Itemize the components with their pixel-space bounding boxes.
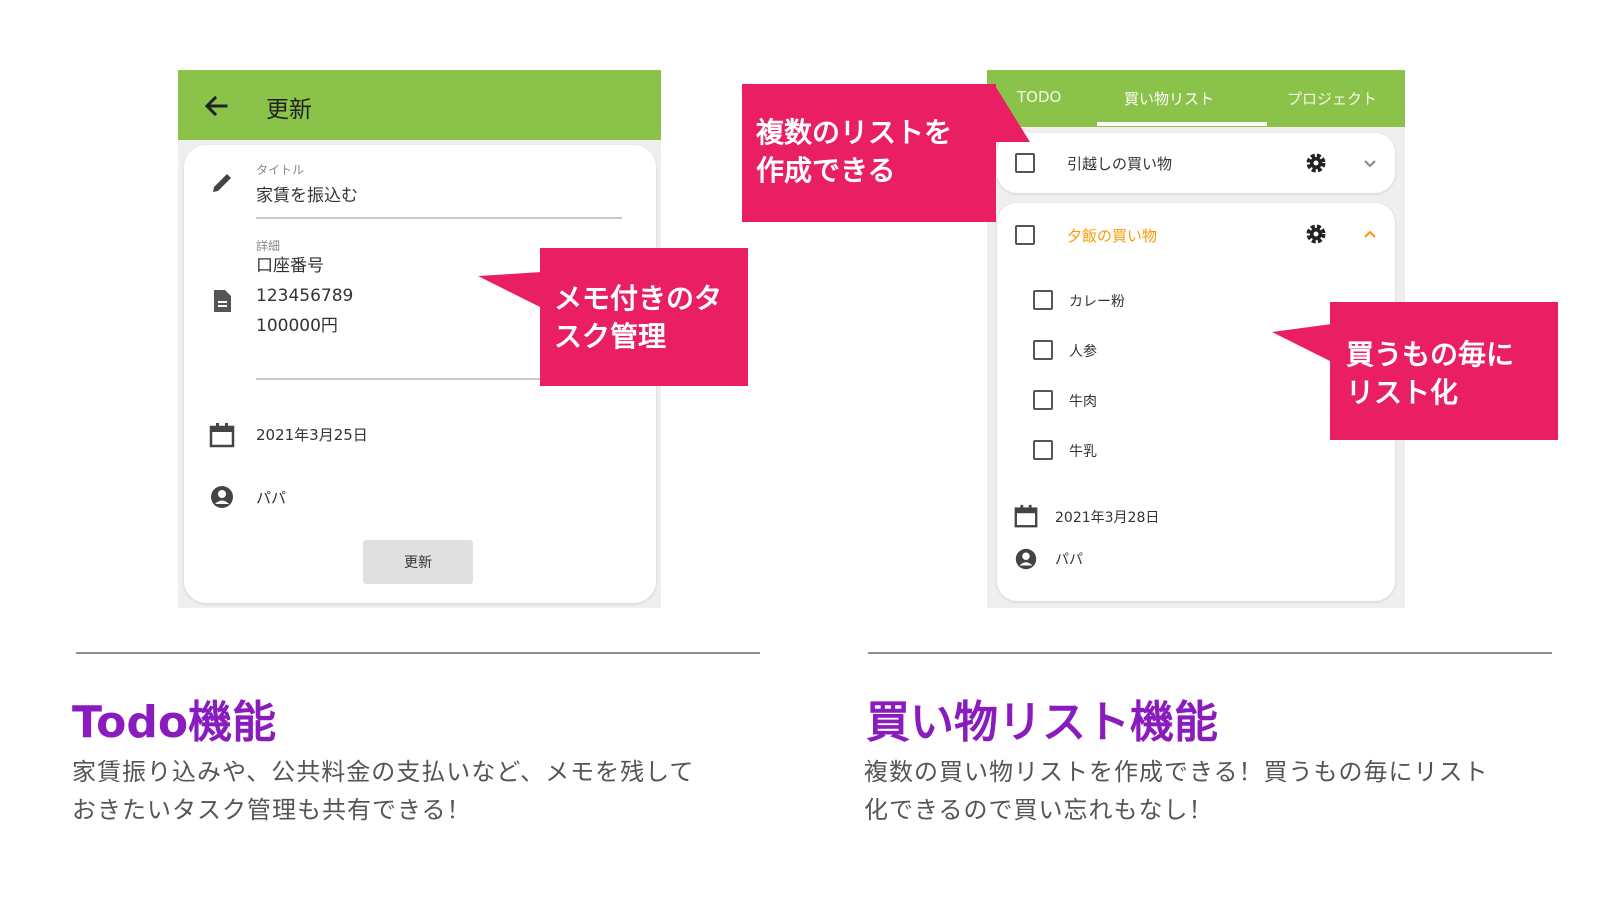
calendar-icon — [208, 421, 236, 449]
due-date[interactable]: 2021年3月25日 — [256, 424, 368, 445]
callout-per-item-line: リスト化 — [1346, 376, 1459, 409]
list-item-label: カレー粉 — [1069, 294, 1125, 310]
document-icon — [208, 287, 236, 315]
callout-multi-list-line: 複数のリストを — [756, 116, 953, 149]
item-checkbox[interactable] — [1033, 440, 1053, 460]
detail-line: 123456789 — [256, 286, 354, 306]
list-item-label: 牛肉 — [1069, 394, 1097, 410]
title-field-value[interactable]: 家賃を振込む — [256, 181, 358, 206]
chevron-up-icon[interactable] — [1361, 225, 1379, 243]
item-checkbox[interactable] — [1033, 290, 1053, 310]
desc-line: おきたいタスク管理も共有できる！ — [72, 796, 472, 824]
detail-line: 口座番号 — [256, 256, 324, 276]
list-item-label: 牛乳 — [1069, 444, 1097, 460]
callout-memo: メモ付きのタ スク管理 — [540, 248, 748, 386]
callout-multi-list-tail — [994, 84, 1030, 142]
feature-desc-shopping: 複数の買い物リストを作成できる！買うもの毎にリスト 化できるので買い忘れもなし！ — [864, 753, 1554, 829]
arrow-back-icon[interactable] — [196, 86, 236, 126]
todo-appbar: 更新 — [178, 70, 661, 140]
account-circle-icon — [1013, 546, 1041, 574]
divider-left — [76, 652, 760, 654]
tab-project[interactable]: プロジェクト — [1287, 88, 1377, 109]
feature-desc-todo: 家賃振り込みや、公共料金の支払いなど、メモを残して おきたいタスク管理も共有でき… — [72, 753, 762, 829]
appbar-title: 更新 — [266, 97, 312, 123]
title-field-label: タイトル — [256, 163, 305, 177]
callout-memo-line: メモ付きのタ — [554, 282, 723, 315]
feature-title-todo: Todo機能 — [72, 697, 277, 748]
desc-line: 複数の買い物リストを作成できる！買うもの毎にリスト — [864, 758, 1489, 786]
list-checkbox[interactable] — [1015, 225, 1035, 245]
list-checkbox[interactable] — [1015, 153, 1035, 173]
callout-per-item-line: 買うもの毎に — [1346, 338, 1515, 371]
list-name: 夕飯の買い物 — [1067, 227, 1158, 245]
tab-indicator — [1097, 122, 1267, 126]
item-checkbox[interactable] — [1033, 340, 1053, 360]
detail-line: 100000円 — [256, 316, 338, 336]
shopping-tabbar: TODO 買い物リスト プロジェクト — [987, 70, 1405, 127]
update-button[interactable]: 更新 — [363, 540, 473, 584]
desc-line: 家賃振り込みや、公共料金の支払いなど、メモを残して — [72, 758, 695, 786]
detail-field-underline — [256, 378, 546, 380]
callout-multi-list: 複数のリストを 作成できる — [742, 84, 996, 222]
callout-memo-tail — [478, 272, 542, 308]
tab-shopping-list[interactable]: 買い物リスト — [1124, 88, 1214, 109]
chevron-down-icon[interactable] — [1361, 154, 1379, 172]
list-date: 2021年3月28日 — [1055, 510, 1160, 526]
account-circle-icon — [208, 483, 236, 511]
gear-icon[interactable] — [1303, 150, 1329, 176]
assignee[interactable]: パパ — [256, 487, 286, 508]
callout-per-item-tail — [1272, 324, 1332, 362]
callout-memo-line: スク管理 — [554, 320, 667, 353]
divider-right — [868, 652, 1552, 654]
feature-title-shopping: 買い物リスト機能 — [866, 697, 1218, 748]
gear-icon[interactable] — [1303, 221, 1329, 247]
shopping-list-card[interactable]: 引越しの買い物 — [997, 133, 1395, 193]
list-owner: パパ — [1055, 552, 1083, 568]
list-name: 引越しの買い物 — [1067, 155, 1173, 173]
pencil-icon — [208, 169, 236, 197]
title-field-underline — [256, 217, 622, 219]
callout-per-item: 買うもの毎に リスト化 — [1330, 302, 1558, 440]
desc-line: 化できるので買い忘れもなし！ — [864, 796, 1214, 824]
calendar-icon — [1013, 503, 1041, 531]
callout-multi-list-line: 作成できる — [756, 154, 896, 187]
detail-field-value[interactable]: 口座番号 123456789 100000円 — [256, 251, 353, 341]
list-item-label: 人参 — [1069, 344, 1097, 360]
item-checkbox[interactable] — [1033, 390, 1053, 410]
